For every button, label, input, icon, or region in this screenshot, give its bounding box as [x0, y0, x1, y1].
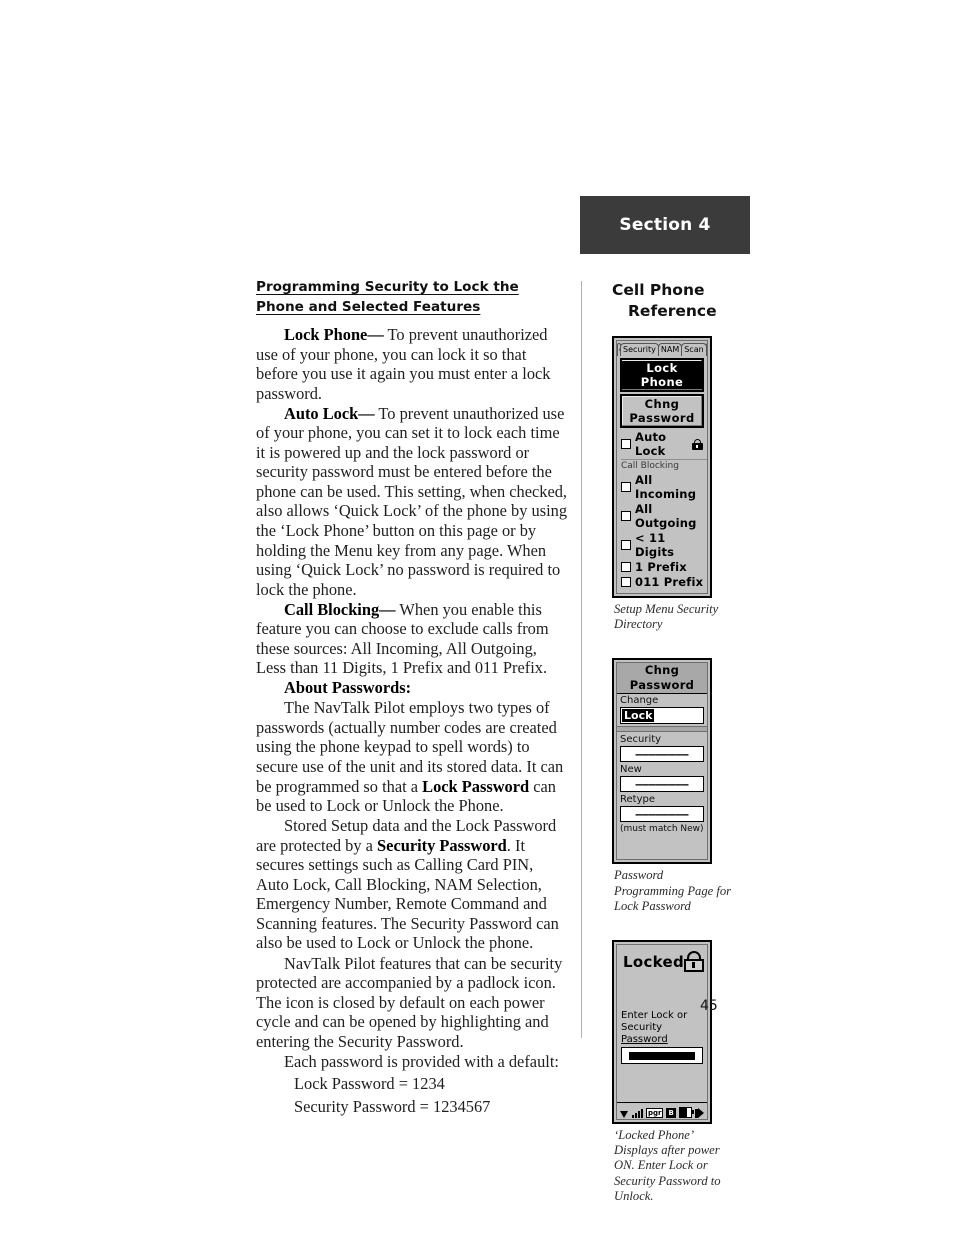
device-screen-security: e Security NAM Scan Lock Phone Chng Pass…: [612, 336, 712, 598]
sidebar-title-line2: Reference: [628, 302, 717, 320]
device-screen-locked-inner: Locked Enter Lock or Security Password p…: [616, 944, 708, 1121]
figure-setup-menu-security: e Security NAM Scan Lock Phone Chng Pass…: [612, 336, 752, 632]
term-lock-phone: Lock Phone—: [284, 325, 384, 344]
must-match-note: (must match New): [620, 824, 704, 835]
option-011-prefix[interactable]: 011 Prefix: [621, 575, 704, 589]
new-field-input[interactable]: ————————: [620, 776, 704, 793]
retype-field-value: ————————: [635, 807, 689, 821]
main-text-column: Programming Security to Lock the Phone a…: [256, 278, 568, 1119]
chng-password-button[interactable]: Chng Password: [620, 394, 704, 428]
paragraph-auto-lock: Auto Lock— To prevent unauthorized use o…: [256, 404, 568, 599]
oneone-prefix-checkbox[interactable]: [621, 577, 631, 587]
paragraph-passwords-types: The NavTalk Pilot employs two types of p…: [256, 698, 568, 815]
section-banner-label: Section 4: [619, 215, 711, 235]
term-about-passwords: About Passwords:: [284, 678, 412, 698]
all-incoming-checkbox[interactable]: [621, 482, 631, 492]
sidebar: Cell Phone Reference e Security NAM Scan…: [612, 280, 752, 1204]
battery-icon: [678, 1107, 694, 1119]
locked-header: Locked: [617, 945, 707, 973]
tab-partial-right[interactable]: [705, 343, 707, 356]
term-call-blocking: Call Blocking—: [284, 599, 396, 619]
signal-bars-icon: [632, 1109, 643, 1119]
caption-setup-menu-security: Setup Menu Security Directory: [614, 602, 719, 632]
default-security-password: Security Password = 1234567: [294, 1097, 491, 1117]
locked-status-label: Locked: [623, 952, 685, 971]
less-than-11-digits-checkbox[interactable]: [621, 540, 631, 550]
term-auto-lock: Auto Lock—: [284, 403, 375, 423]
sidebar-title-line1: Cell Phone: [612, 281, 705, 299]
padlock-closed-icon: [684, 951, 705, 973]
option-all-incoming[interactable]: All Incoming: [621, 473, 704, 501]
option-less-than-11-digits[interactable]: < 11 Digits: [621, 531, 704, 559]
paragraph-lock-phone: Lock Phone— To prevent unauthorized use …: [256, 325, 568, 403]
change-value: Lock: [622, 709, 655, 723]
antenna-icon: [620, 1111, 628, 1119]
one-prefix-checkbox[interactable]: [621, 562, 631, 572]
password-entry-field[interactable]: [621, 1047, 703, 1065]
all-incoming-label: All Incoming: [635, 473, 697, 501]
retype-field-input[interactable]: ————————: [620, 806, 704, 823]
status-bar: pgr B: [617, 1102, 707, 1119]
caption-locked-phone: ‘Locked Phone’ Displays after power ON. …: [614, 1128, 721, 1203]
device-screen-chng-password-inner: Chng Password Change Lock Security —————…: [616, 662, 708, 861]
subheading-about-passwords: About Passwords:: [256, 678, 568, 698]
retype-field-label: Retype: [620, 794, 655, 806]
device-screen-locked: Locked Enter Lock or Security Password p…: [612, 940, 712, 1125]
pager-badge: pgr: [646, 1108, 664, 1119]
security-field-label: Security: [620, 734, 662, 746]
unlock-prompt-line1: Enter Lock or Security: [621, 1010, 688, 1034]
password-entry-mask: [629, 1051, 695, 1060]
one-prefix-label: 1 Prefix: [635, 560, 687, 574]
paragraph-default-intro: Each password is provided with a default…: [284, 1051, 559, 1071]
section-banner: Section 4: [580, 196, 750, 254]
mode-badge: B: [666, 1108, 676, 1119]
change-value-row[interactable]: Lock: [620, 707, 704, 725]
field-group-divider: [617, 726, 707, 733]
term-security-password: Security Password: [377, 835, 507, 855]
column-divider: [581, 281, 582, 1038]
paragraph-call-blocking: Call Blocking— When you enable this feat…: [256, 600, 568, 678]
page-title: Programming Security to Lock the Phone a…: [256, 279, 519, 315]
page-number: 45: [700, 998, 718, 1014]
caption-password-programming: Password Programming Page for Lock Passw…: [614, 868, 732, 913]
chng-password-title: Chng Password: [617, 663, 707, 695]
tab-nam[interactable]: NAM: [657, 343, 683, 356]
tab-scan[interactable]: Scan: [681, 343, 707, 356]
figure-password-programming: Chng Password Change Lock Security —————…: [612, 658, 752, 914]
paragraph-padlock-icon: NavTalk Pilot features that can be secur…: [256, 953, 563, 1051]
device-screen-security-inner: e Security NAM Scan Lock Phone Chng Pass…: [616, 340, 708, 594]
auto-lock-checkbox[interactable]: [621, 439, 631, 449]
figure-locked-phone: Locked Enter Lock or Security Password p…: [612, 940, 752, 1204]
all-outgoing-checkbox[interactable]: [621, 511, 631, 521]
option-1-prefix[interactable]: 1 Prefix: [621, 560, 704, 574]
unlock-prompt-line2: Password: [621, 1034, 668, 1046]
tab-bar: e Security NAM Scan: [617, 341, 707, 356]
chng-password-spacer: [617, 837, 707, 859]
paragraph-security-password: Stored Setup data and the Lock Password …: [256, 816, 568, 953]
default-lock-password: Lock Password = 1234: [294, 1073, 445, 1093]
new-field-label: New: [620, 764, 642, 776]
change-label: Change: [620, 695, 659, 707]
lock-phone-button[interactable]: Lock Phone: [620, 358, 704, 392]
tab-security[interactable]: Security: [620, 343, 659, 356]
paragraph-auto-lock-text: To prevent unauthorized use of your phon…: [256, 403, 568, 599]
lock-phone-button-label: Lock Phone: [622, 361, 702, 389]
call-blocking-group-label: Call Blocking: [621, 459, 707, 472]
device-screen-chng-password: Chng Password Change Lock Security —————…: [612, 658, 712, 865]
padlock-icon[interactable]: [692, 438, 704, 450]
term-lock-password: Lock Password: [422, 776, 530, 796]
security-field-value: ————————: [635, 747, 689, 761]
all-outgoing-label: All Outgoing: [635, 502, 697, 530]
option-all-outgoing[interactable]: All Outgoing: [621, 502, 704, 530]
sidebar-title: Cell Phone Reference: [612, 280, 752, 322]
new-field-value: ————————: [635, 777, 689, 791]
oneone-prefix-label: 011 Prefix: [635, 575, 704, 589]
auto-lock-row[interactable]: Auto Lock: [621, 430, 704, 458]
unlock-prompt: Enter Lock or Security Password: [621, 1010, 704, 1046]
right-arrow-icon[interactable]: [695, 1108, 704, 1119]
security-field-input[interactable]: ————————: [620, 746, 704, 763]
less-than-11-digits-label: < 11 Digits: [635, 531, 675, 559]
auto-lock-label: Auto Lock: [635, 430, 667, 458]
